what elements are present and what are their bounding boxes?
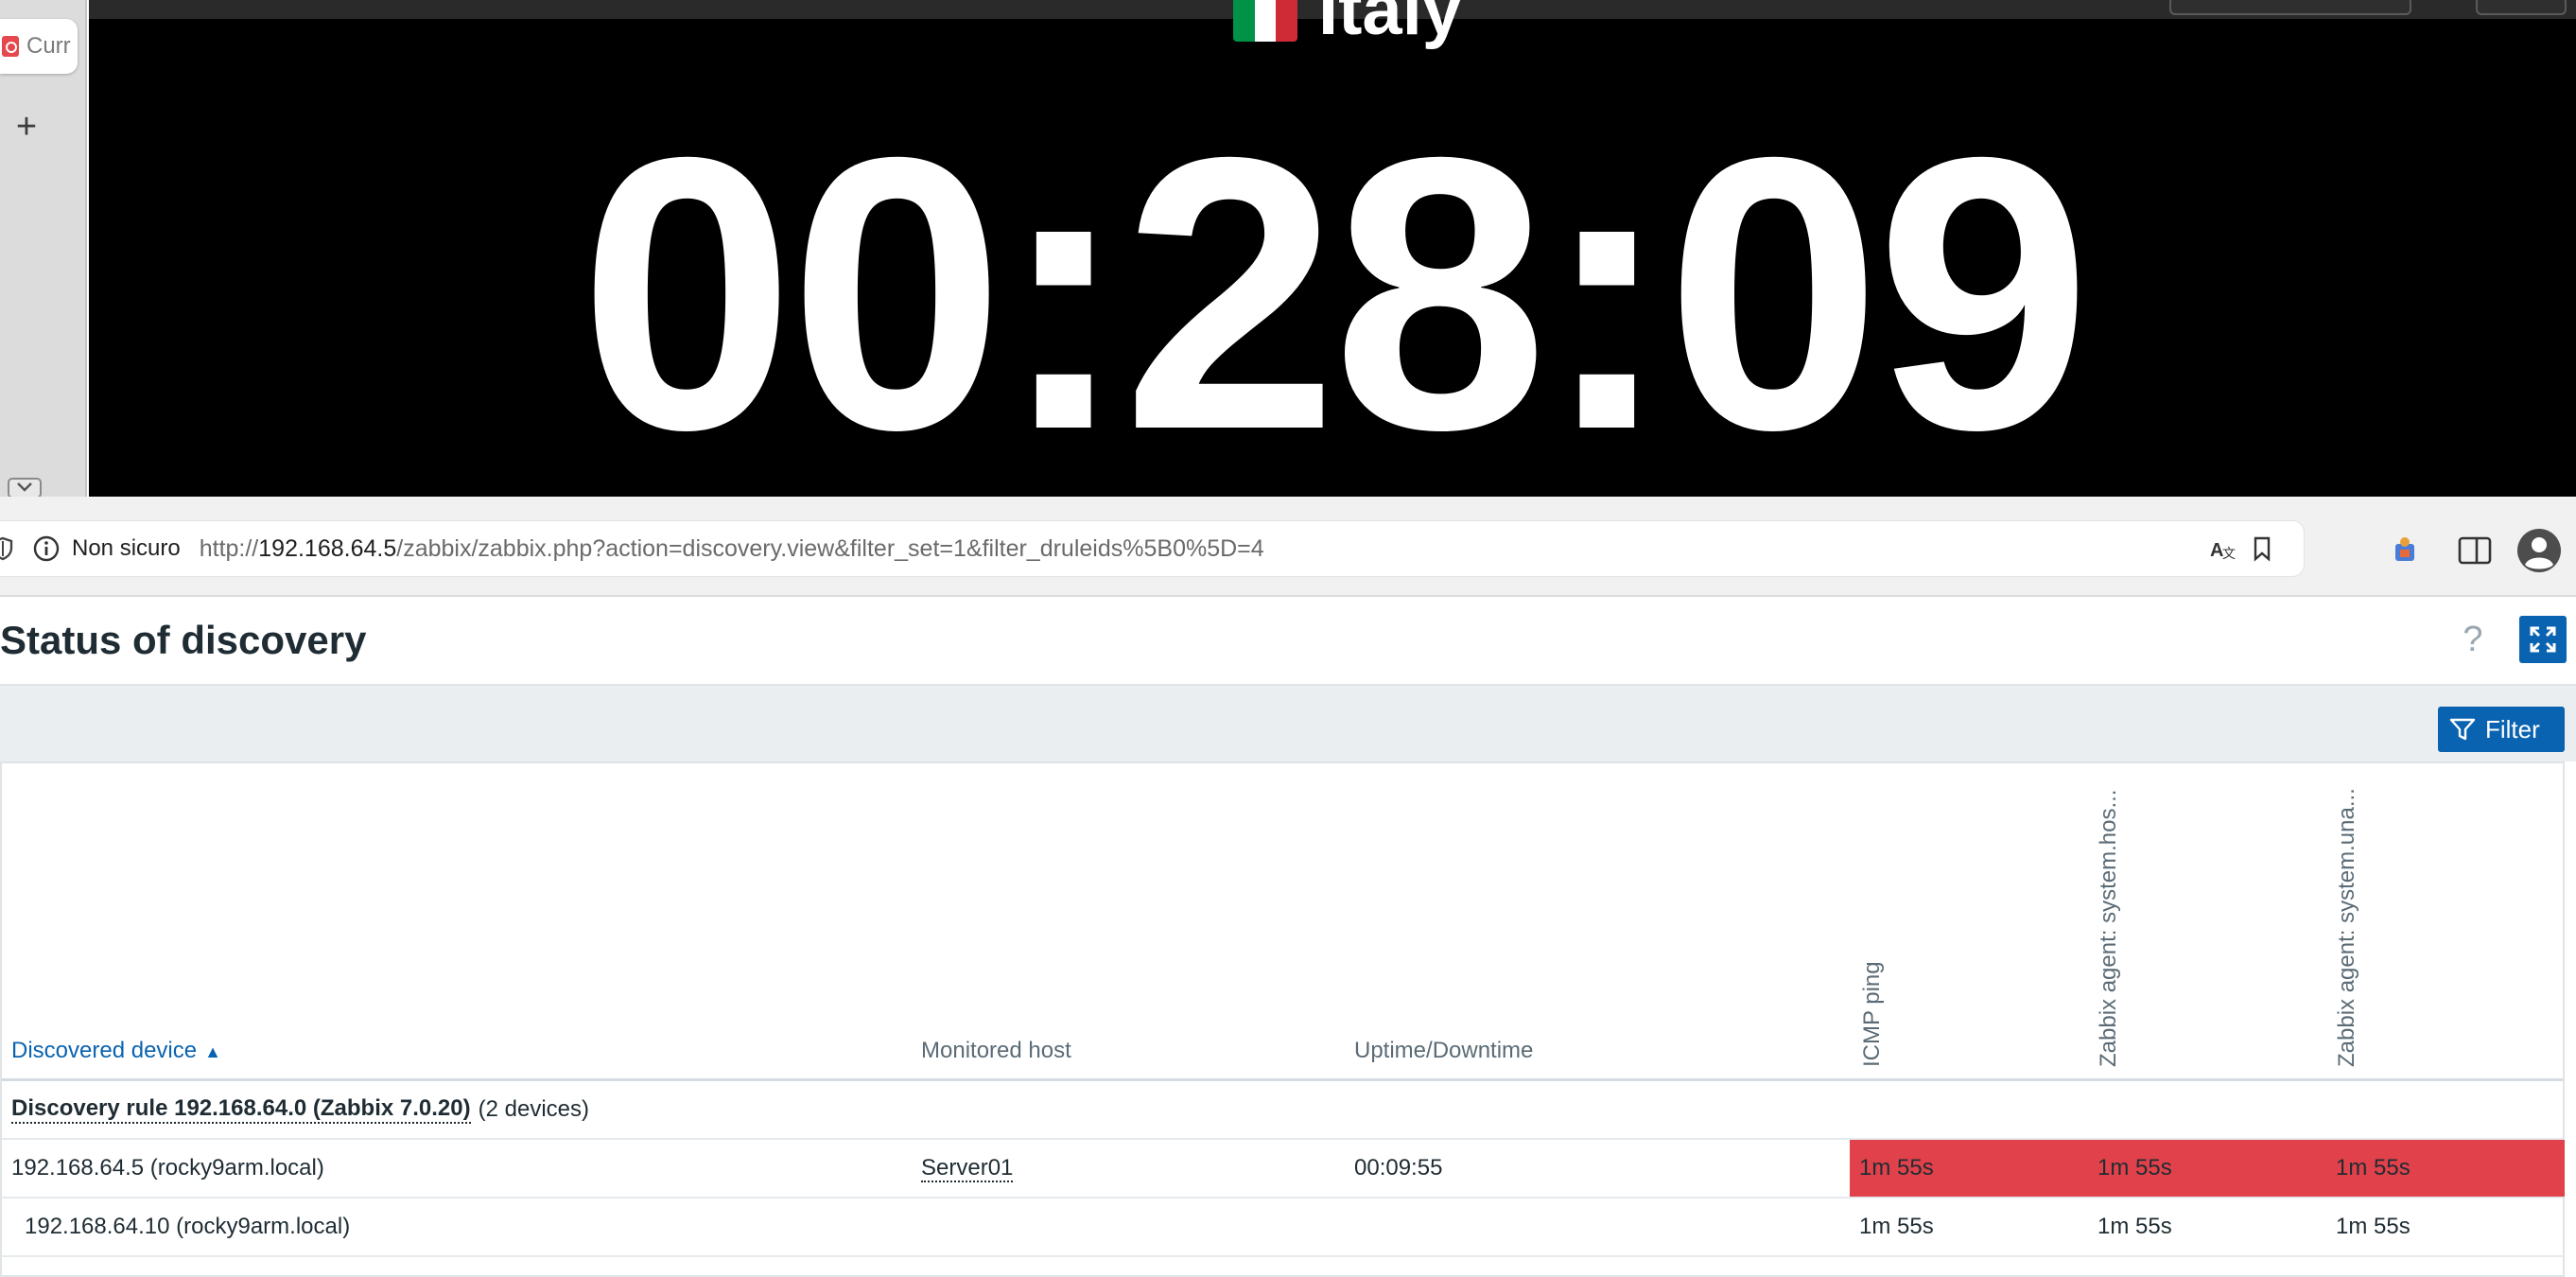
expand-icon (2530, 626, 2556, 653)
monitored-host-link[interactable]: Server01 (921, 1156, 1014, 1182)
url-host: 192.168.64.5 (258, 534, 397, 562)
filter-button-label: Filter (2485, 714, 2540, 743)
discovery-rule-row: Discovery rule 192.168.64.0 (Zabbix 7.0.… (2, 1081, 2563, 1140)
discovered-device: 192.168.64.10 (rocky9arm.local) (25, 1214, 351, 1239)
clock-toolbar-control-2[interactable] (2476, 0, 2567, 15)
fullscreen-button[interactable] (2519, 616, 2567, 663)
chevron-down-icon (17, 482, 32, 492)
address-bar[interactable]: Non sicuro http://192.168.64.5/zabbix/za… (0, 521, 2304, 576)
world-clock-display: Italy 00:28:09 (89, 0, 2576, 497)
monitored-host-cell: Server01 (921, 1140, 1014, 1197)
profile-avatar-icon[interactable] (2515, 527, 2563, 574)
agent-uname-status: 1m 55s (2336, 1155, 2411, 1181)
column-header-label: Discovered device (11, 1038, 198, 1063)
url-text[interactable]: http://192.168.64.5/zabbix/zabbix.php?ac… (200, 535, 1264, 563)
country-name: Italy (1318, 0, 1463, 50)
page-header: Status of discovery ? (0, 599, 2576, 686)
italy-flag-icon (1233, 0, 1297, 42)
agent-hostname-status: 1m 55s (2097, 1214, 2172, 1239)
column-header-agent-hostname: Zabbix agent: system.hos... (2096, 774, 2124, 1067)
sort-ascending-icon: ▲ (204, 1042, 221, 1061)
service-down-highlight (1850, 1140, 2565, 1197)
side-panel-icon[interactable] (2457, 534, 2493, 567)
shield-icon[interactable] (0, 536, 13, 561)
extension-icon[interactable] (2389, 534, 2421, 567)
clock-time: 00:28:09 (579, 77, 2091, 497)
column-header-discovered-device[interactable]: Discovered device ▲ (11, 1038, 221, 1064)
column-header-label: Zabbix agent: system.una... (2334, 788, 2359, 1067)
table-row: 192.168.64.10 (rocky9arm.local) 1m 55s 1… (2, 1198, 2563, 1257)
icmp-ping-status: 1m 55s (1859, 1155, 1934, 1181)
url-path: /zabbix/zabbix.php?action=discovery.view… (396, 534, 1264, 562)
column-header-monitored-host: Monitored host (921, 1038, 1071, 1063)
browser-toolbar: Non sicuro http://192.168.64.5/zabbix/za… (0, 497, 2576, 597)
filter-bar: Filter (0, 686, 2576, 761)
collapse-panel-button[interactable] (8, 478, 42, 499)
agent-uname-status: 1m 55s (2336, 1214, 2411, 1239)
new-tab-button[interactable]: + (11, 106, 42, 148)
column-header-uptime: Uptime/Downtime (1354, 1038, 1534, 1063)
help-icon[interactable]: ? (2457, 620, 2489, 660)
translate-icon[interactable]: A文 (2207, 534, 2237, 564)
column-header-icmp-ping: ICMP ping (1859, 774, 1888, 1067)
device-count: (2 devices) (478, 1096, 589, 1122)
page-title: Status of discovery (0, 618, 367, 662)
vertical-tab-panel: Curr + (0, 0, 87, 499)
discovered-device: 192.168.64.5 (rocky9arm.local) (11, 1155, 324, 1181)
column-header-agent-uname: Zabbix agent: system.una... (2334, 774, 2362, 1067)
bookmark-icon[interactable] (2247, 534, 2277, 564)
funnel-icon (2449, 718, 2476, 741)
table-row: 192.168.64.5 (rocky9arm.local) Server01 … (2, 1140, 2565, 1198)
discovery-table: Discovered device ▲ Monitored host Uptime… (0, 761, 2565, 1277)
uptime-value: 00:09:55 (1354, 1155, 1443, 1181)
tab-label: Curr (26, 33, 71, 59)
discovery-rule-link[interactable]: Discovery rule 192.168.64.0 (Zabbix 7.0.… (11, 1095, 471, 1124)
info-icon[interactable] (32, 534, 61, 563)
tab-favicon-icon (2, 36, 19, 57)
security-status-label[interactable]: Non sicuro (72, 535, 181, 562)
url-scheme: http:// (199, 534, 259, 562)
agent-hostname-status: 1m 55s (2097, 1155, 2172, 1181)
column-header-label: Zabbix agent: system.hos... (2096, 789, 2121, 1067)
svg-text:文: 文 (2222, 546, 2236, 561)
browser-tab[interactable]: Curr (0, 19, 78, 74)
clock-toolbar-control[interactable] (2169, 0, 2411, 15)
table-header: Discovered device ▲ Monitored host Uptime… (2, 763, 2563, 1081)
column-header-label: ICMP ping (1859, 961, 1885, 1067)
filter-button[interactable]: Filter (2438, 707, 2565, 752)
icmp-ping-status: 1m 55s (1859, 1214, 1934, 1239)
screen: Curr + Italy 00:28:09 Non sicuro http://… (0, 0, 2576, 1277)
country-heading: Italy (1233, 0, 1462, 53)
